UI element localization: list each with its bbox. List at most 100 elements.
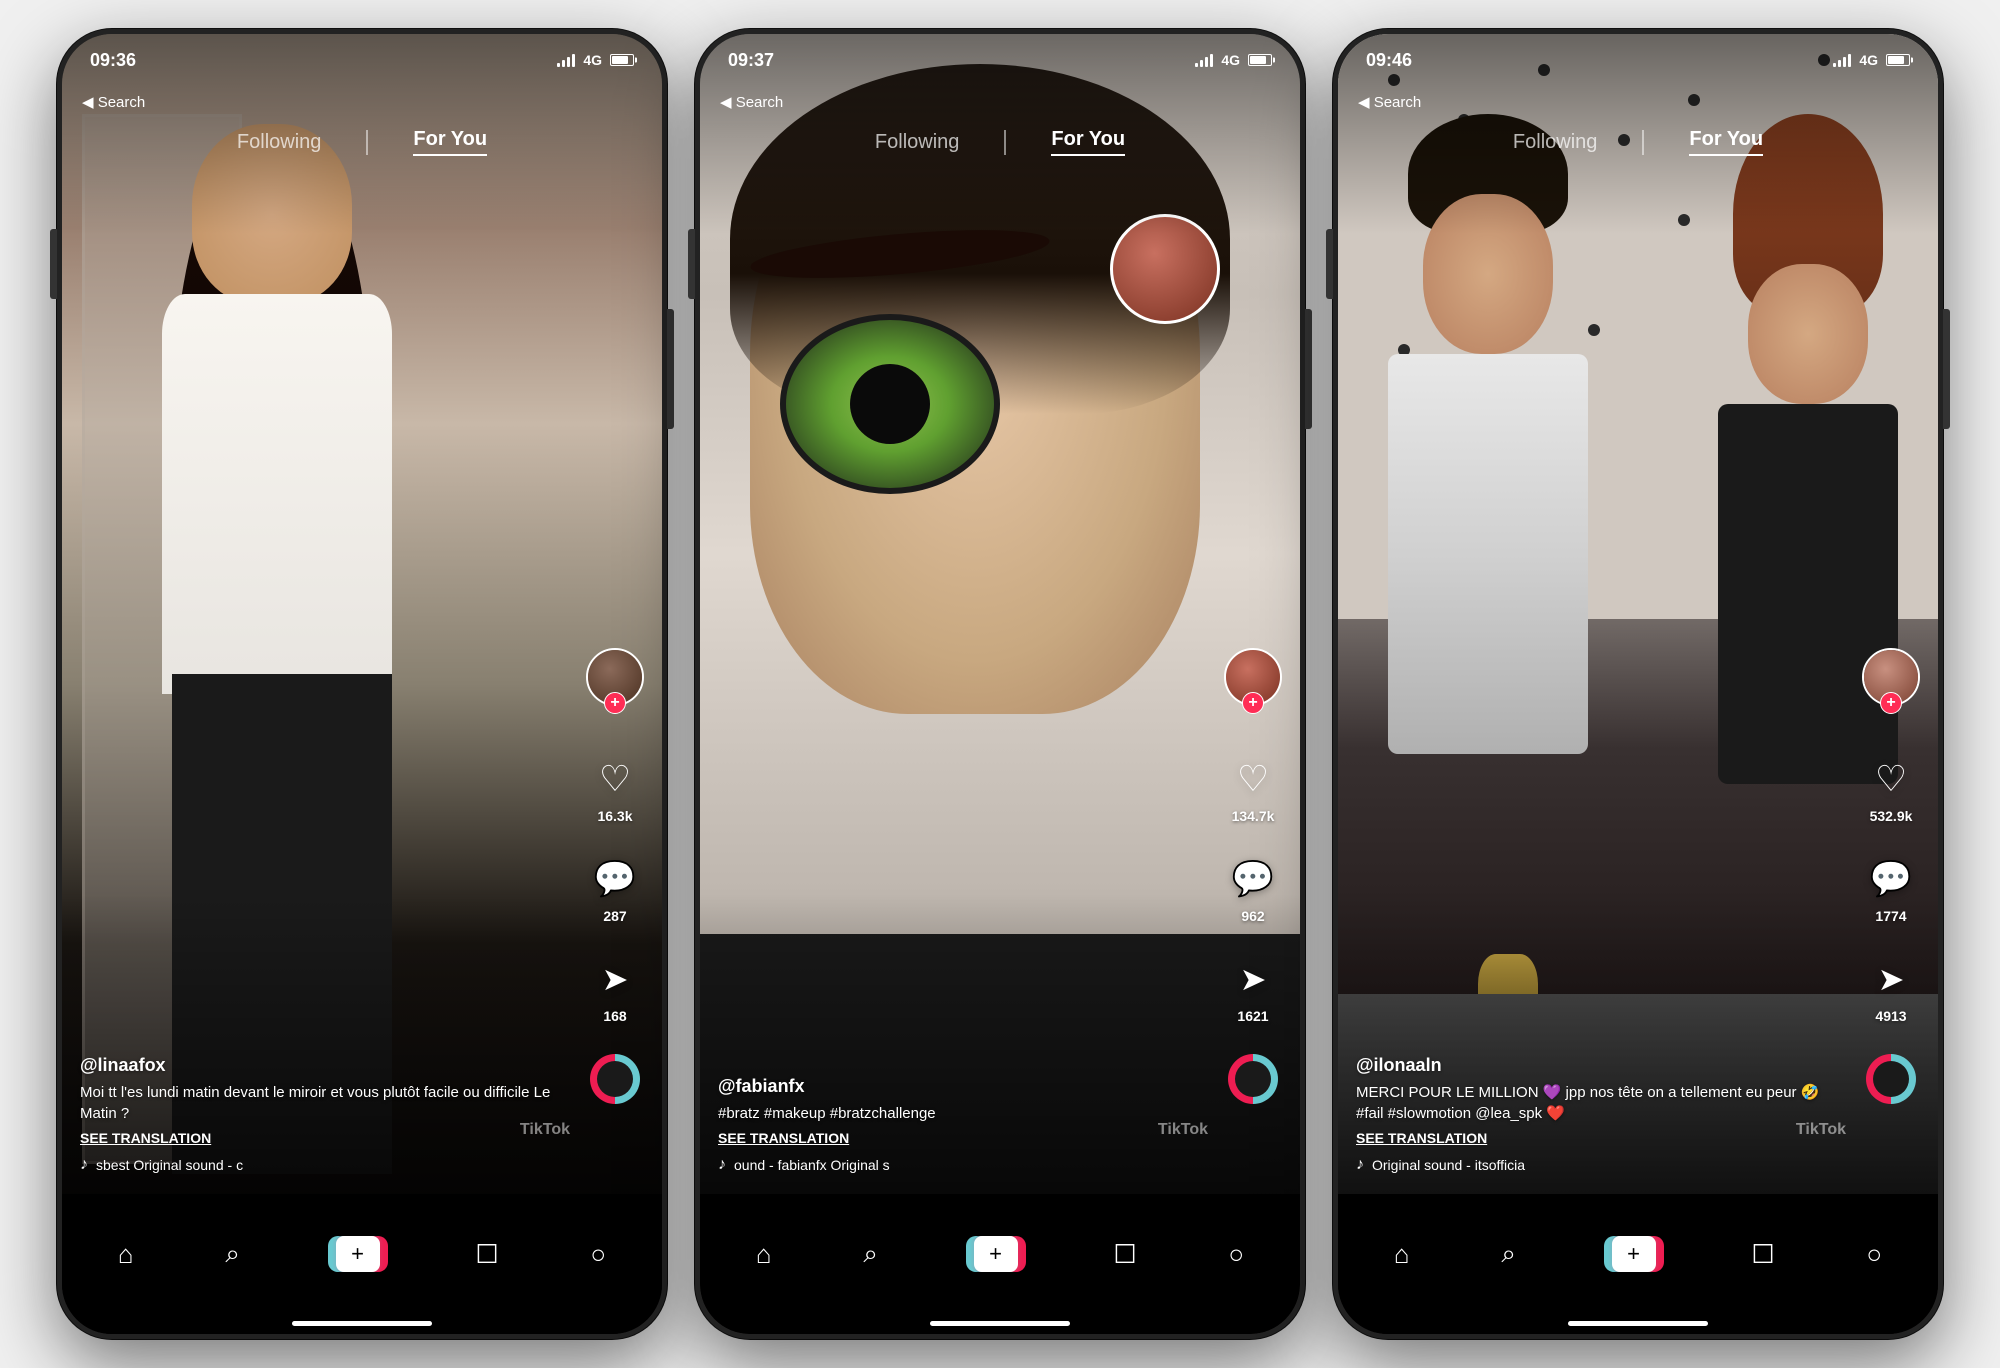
battery-fill-1	[612, 56, 628, 64]
heart-icon-2: ♡	[1228, 754, 1278, 804]
signal-bar-3-2	[1838, 60, 1841, 67]
home-indicator-3	[1568, 1321, 1708, 1326]
phone-2: 09:37 4G ◀ Search	[695, 29, 1305, 1339]
nav-tabs-1: Following For You	[62, 116, 662, 168]
nav-inbox-3[interactable]: ☐	[1751, 1239, 1774, 1270]
avatar-container-3[interactable]: +	[1862, 648, 1920, 706]
nav-add-3[interactable]: +	[1608, 1236, 1660, 1272]
search-bar-1[interactable]: ◀ Search	[62, 84, 662, 120]
tab-divider-3	[1642, 130, 1644, 155]
tab-for-you-1[interactable]: For You	[413, 128, 487, 156]
signal-bar-2-1	[1195, 63, 1198, 67]
record-disc-inner-3	[1873, 1061, 1909, 1097]
add-button-3[interactable]: +	[1608, 1236, 1660, 1272]
status-right-2: 4G	[1195, 52, 1272, 68]
search-icon-3: ⌕	[1501, 1238, 1516, 1270]
music-note-2: ♪	[718, 1156, 726, 1174]
comment-action-2[interactable]: 💬 962	[1228, 854, 1278, 924]
username-1[interactable]: @linaafox	[80, 1055, 572, 1076]
tab-following-3[interactable]: Following	[1513, 131, 1597, 154]
caption-1: Moi tt l'es lundi matin devant le miroir…	[80, 1082, 572, 1124]
nav-home-2[interactable]: ⌂	[756, 1239, 772, 1270]
music-note-3: ♪	[1356, 1156, 1364, 1174]
tab-for-you-3[interactable]: For You	[1689, 128, 1763, 156]
share-symbol-3: ➤	[1878, 960, 1905, 998]
record-disc-3	[1866, 1054, 1916, 1104]
username-3[interactable]: @ilonaaln	[1356, 1055, 1848, 1076]
sound-text-2: ound - fabianfx Original s	[734, 1157, 890, 1173]
record-disc-1	[590, 1054, 640, 1104]
heart-symbol-1: ♡	[599, 758, 631, 800]
avatar-container-1[interactable]: +	[586, 648, 644, 706]
tab-following-2[interactable]: Following	[875, 131, 959, 154]
status-time-3: 09:46	[1366, 50, 1412, 71]
signal-bar-4	[572, 54, 575, 67]
record-disc-inner-1	[597, 1061, 633, 1097]
signal-bar-3	[567, 57, 570, 67]
nav-profile-3[interactable]: ○	[1866, 1239, 1882, 1270]
comment-action-3[interactable]: 💬 1774	[1866, 854, 1916, 924]
battery-fill-2	[1250, 56, 1266, 64]
nav-home-3[interactable]: ⌂	[1394, 1239, 1410, 1270]
follow-plus-3[interactable]: +	[1880, 692, 1902, 714]
comment-action-1[interactable]: 💬 287	[590, 854, 640, 924]
search-icon-1: ⌕	[225, 1238, 240, 1270]
nav-inbox-1[interactable]: ☐	[475, 1239, 498, 1270]
signal-bar-3-3	[1843, 57, 1846, 67]
nav-inbox-2[interactable]: ☐	[1113, 1239, 1136, 1270]
nav-add-1[interactable]: +	[332, 1236, 384, 1272]
avatar-container-2[interactable]: +	[1224, 648, 1282, 706]
add-button-1[interactable]: +	[332, 1236, 384, 1272]
search-bar-2[interactable]: ◀ Search	[700, 84, 1300, 120]
see-translation-3[interactable]: SEE TRANSLATION	[1356, 1130, 1848, 1146]
sound-bar-3: ♪ Original sound - itsofficia	[1356, 1156, 1848, 1174]
follow-plus-1[interactable]: +	[604, 692, 626, 714]
share-icon-2: ➤	[1228, 954, 1278, 1004]
eye-area-2	[780, 314, 1060, 514]
see-translation-2[interactable]: SEE TRANSLATION	[718, 1130, 1210, 1146]
like-count-1: 16.3k	[597, 808, 632, 824]
nav-profile-1[interactable]: ○	[590, 1239, 606, 1270]
share-action-1[interactable]: ➤ 168	[590, 954, 640, 1024]
nav-search-2[interactable]: ⌕	[863, 1238, 878, 1270]
status-time-1: 09:36	[90, 50, 136, 71]
profile-icon-1: ○	[590, 1239, 606, 1270]
share-icon-3: ➤	[1866, 954, 1916, 1004]
search-back-1[interactable]: ◀ Search	[82, 93, 145, 111]
music-note-1: ♪	[80, 1156, 88, 1174]
signal-bars-2	[1195, 53, 1213, 67]
like-action-2[interactable]: ♡ 134.7k	[1228, 754, 1278, 824]
inbox-icon-3: ☐	[1751, 1239, 1774, 1270]
like-action-3[interactable]: ♡ 532.9k	[1866, 754, 1916, 824]
comment-icon-3: 💬	[1866, 854, 1916, 904]
nav-profile-2[interactable]: ○	[1228, 1239, 1244, 1270]
sound-bar-2: ♪ ound - fabianfx Original s	[718, 1156, 1210, 1174]
share-count-1: 168	[603, 1008, 626, 1024]
add-button-2[interactable]: +	[970, 1236, 1022, 1272]
like-action-1[interactable]: ♡ 16.3k	[590, 754, 640, 824]
right-actions-3: + ♡ 532.9k 💬 1774 ➤	[1862, 648, 1920, 1104]
signal-bars-1	[557, 53, 575, 67]
username-2[interactable]: @fabianfx	[718, 1076, 1210, 1097]
network-label-2: 4G	[1221, 52, 1240, 68]
share-action-3[interactable]: ➤ 4913	[1866, 954, 1916, 1024]
heart-icon-1: ♡	[590, 754, 640, 804]
signal-bar-3-4	[1848, 54, 1851, 67]
nav-search-1[interactable]: ⌕	[225, 1238, 240, 1270]
home-indicator-1	[292, 1321, 432, 1326]
see-translation-1[interactable]: SEE TRANSLATION	[80, 1130, 572, 1146]
tab-for-you-2[interactable]: For You	[1051, 128, 1125, 156]
search-bar-3[interactable]: ◀ Search	[1338, 84, 1938, 120]
tab-following-1[interactable]: Following	[237, 131, 321, 154]
nav-search-3[interactable]: ⌕	[1501, 1238, 1516, 1270]
search-back-2[interactable]: ◀ Search	[720, 93, 783, 111]
nav-add-2[interactable]: +	[970, 1236, 1022, 1272]
like-count-3: 532.9k	[1870, 808, 1913, 824]
nav-home-1[interactable]: ⌂	[118, 1239, 134, 1270]
home-indicator-2	[930, 1321, 1070, 1326]
sound-text-3: Original sound - itsofficia	[1372, 1157, 1525, 1173]
follow-plus-2[interactable]: +	[1242, 692, 1264, 714]
search-back-3[interactable]: ◀ Search	[1358, 93, 1421, 111]
signal-bar-2	[562, 60, 565, 67]
share-action-2[interactable]: ➤ 1621	[1228, 954, 1278, 1024]
